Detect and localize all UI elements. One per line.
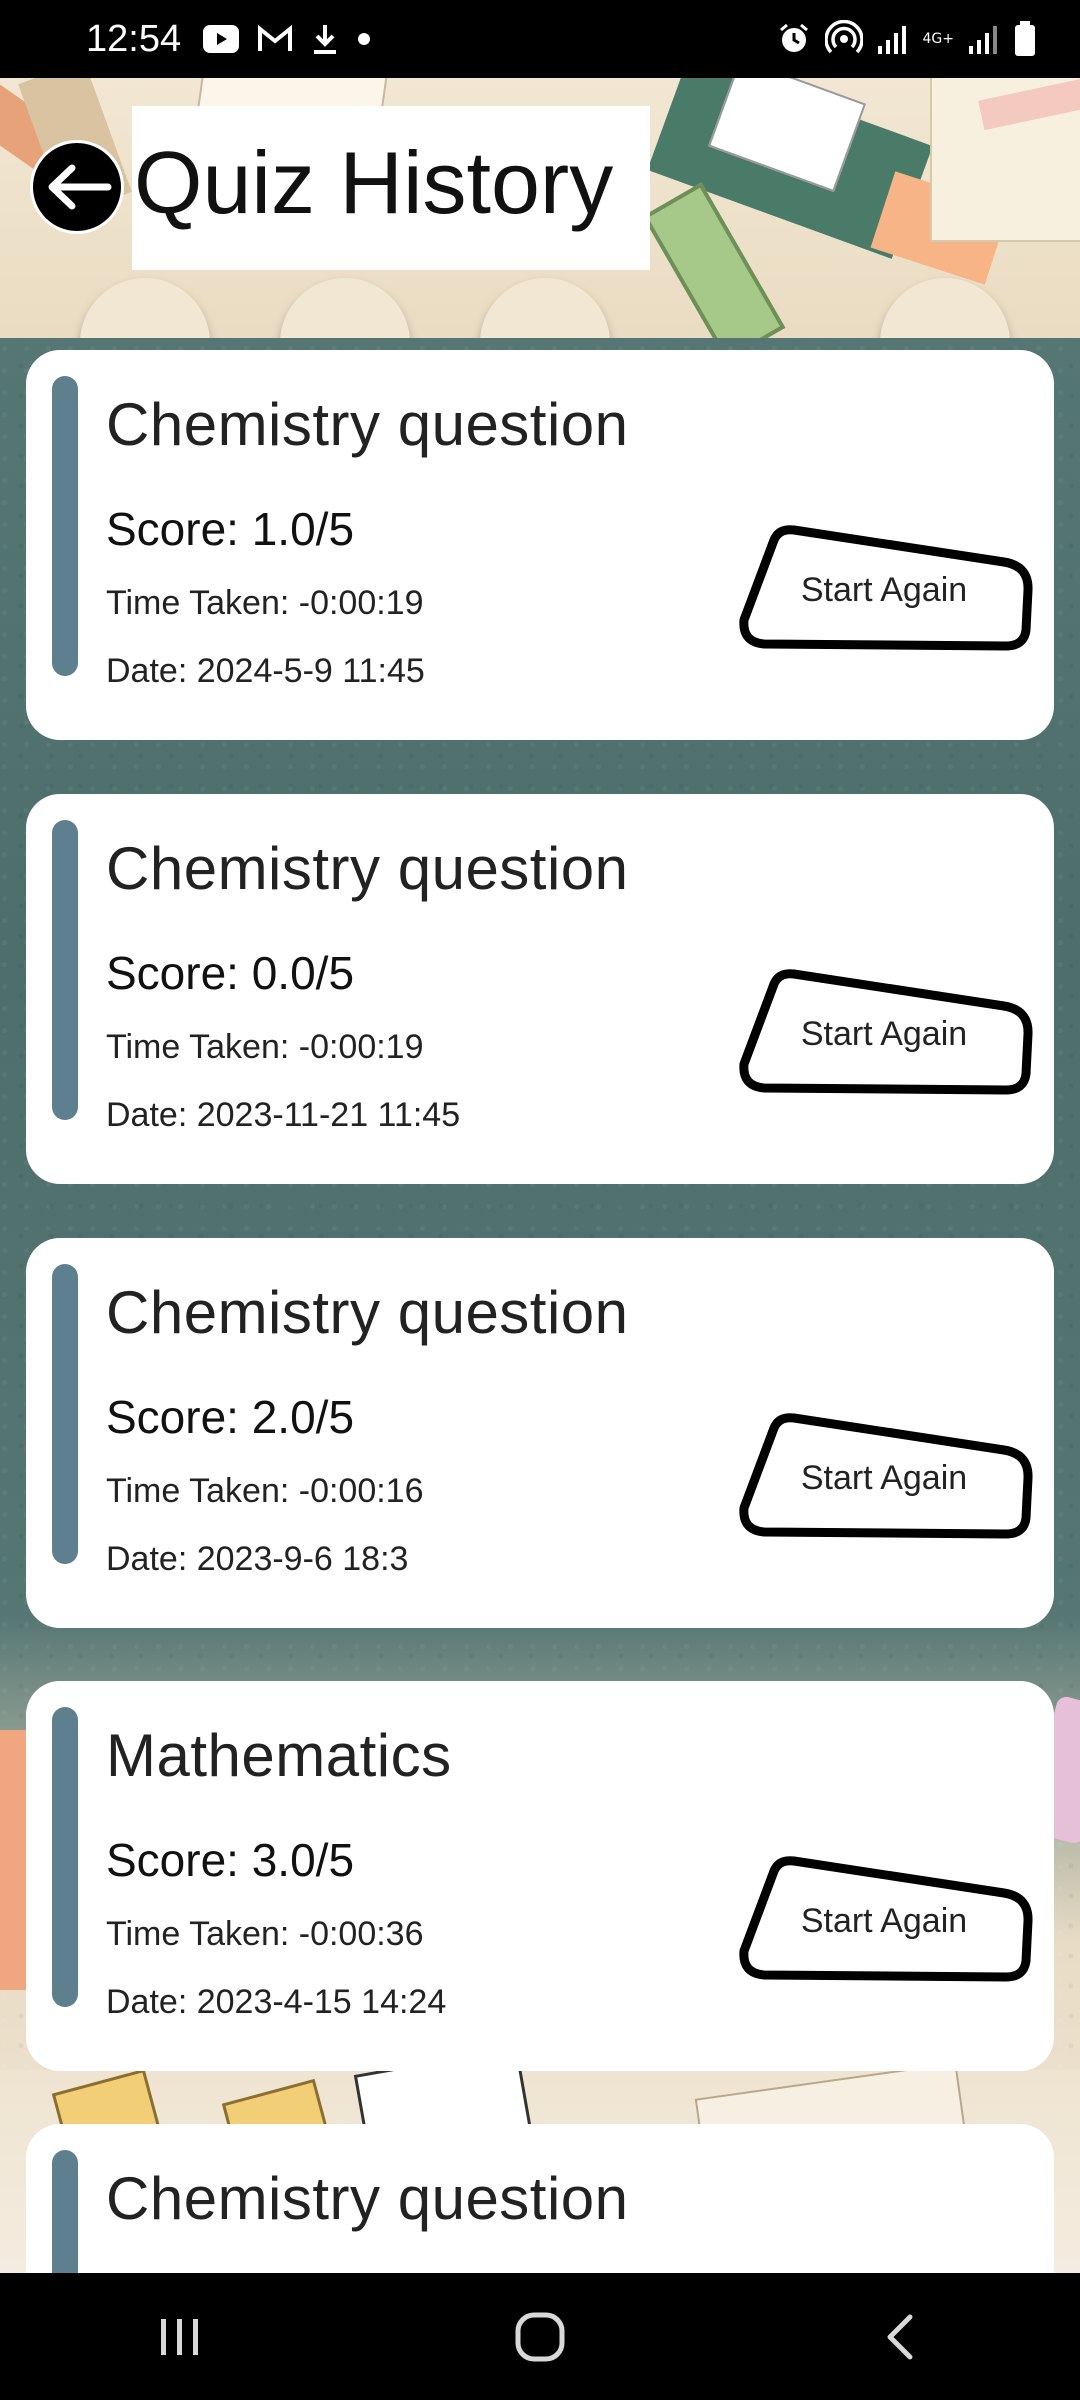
quiz-subject: Chemistry question	[106, 1279, 629, 1346]
quiz-score: Score: 2.0/5	[106, 1391, 355, 1443]
recents-button[interactable]	[120, 2292, 240, 2382]
quiz-time-taken: Time Taken: -0:00:16	[106, 1472, 424, 1510]
card-accent-bar	[52, 820, 78, 1120]
quiz-subject: Chemistry question	[106, 835, 629, 902]
start-again-button[interactable]: Start Again	[734, 520, 1034, 660]
card-accent-bar	[52, 1707, 78, 2007]
download-icon	[311, 23, 339, 55]
alarm-icon	[777, 22, 811, 56]
card-accent-bar	[52, 376, 78, 676]
status-bar: 12:54 4G+	[0, 0, 1080, 78]
recents-icon	[161, 2318, 198, 2355]
quiz-date: Date: 2023-11-21 11:45	[106, 1096, 461, 1134]
quiz-time-taken: Time Taken: -0:00:19	[106, 584, 424, 622]
start-again-button[interactable]: Start Again	[734, 1851, 1034, 1991]
quiz-score: Score: 1.0/5	[106, 503, 355, 555]
start-again-label: Start Again	[800, 570, 968, 609]
dot-icon	[357, 32, 371, 46]
start-again-button[interactable]: Start Again	[734, 1408, 1034, 1548]
card-accent-bar	[52, 1264, 78, 1564]
quiz-subject: Mathematics	[106, 1722, 452, 1789]
start-again-label: Start Again	[800, 1901, 968, 1940]
start-again-button[interactable]: Start Again	[734, 964, 1034, 1104]
back-icon	[887, 2314, 913, 2359]
quiz-score: Score: 0.0/5	[106, 947, 355, 999]
signal-icon-2	[968, 24, 1000, 54]
quiz-card: Chemistry question Score: 1.0/5 Time Tak…	[26, 350, 1054, 740]
page-title: Quiz History	[134, 133, 614, 232]
quiz-card: Mathematics Score: 3.0/5 Time Taken: -0:…	[26, 1681, 1054, 2071]
navigation-bar	[0, 2273, 1080, 2400]
start-again-label: Start Again	[800, 1014, 968, 1053]
youtube-icon	[203, 25, 240, 53]
quiz-date: Date: 2024-5-9 11:45	[106, 652, 425, 690]
quiz-time-taken: Time Taken: -0:00:36	[106, 1915, 424, 1953]
home-icon	[515, 2312, 565, 2361]
home-button[interactable]	[480, 2292, 600, 2382]
quiz-date: Date: 2023-4-15 14:24	[106, 1983, 447, 2021]
battery-icon	[1014, 21, 1036, 57]
gmail-icon	[257, 25, 293, 53]
quiz-subject: Chemistry question	[106, 391, 629, 458]
network-4g-icon: 4G+	[922, 31, 955, 47]
quiz-card: Chemistry question Score: 0.0/5 Time Tak…	[26, 794, 1054, 1184]
hotspot-icon	[824, 20, 863, 58]
start-again-label: Start Again	[800, 1458, 968, 1497]
signal-icon	[877, 24, 909, 54]
quiz-score: Score: 3.0/5	[106, 1834, 355, 1886]
status-time: 12:54	[86, 17, 182, 60]
quiz-date: Date: 2023-9-6 18:3	[106, 1540, 409, 1578]
quiz-card: Chemistry question Score: 2.0/5 Time Tak…	[26, 1238, 1054, 1628]
arrow-left-icon	[48, 164, 112, 210]
quiz-subject: Chemistry question	[106, 2165, 629, 2232]
quiz-time-taken: Time Taken: -0:00:19	[106, 1028, 424, 1066]
back-button[interactable]	[30, 140, 124, 234]
nav-back-button[interactable]	[840, 2292, 960, 2382]
